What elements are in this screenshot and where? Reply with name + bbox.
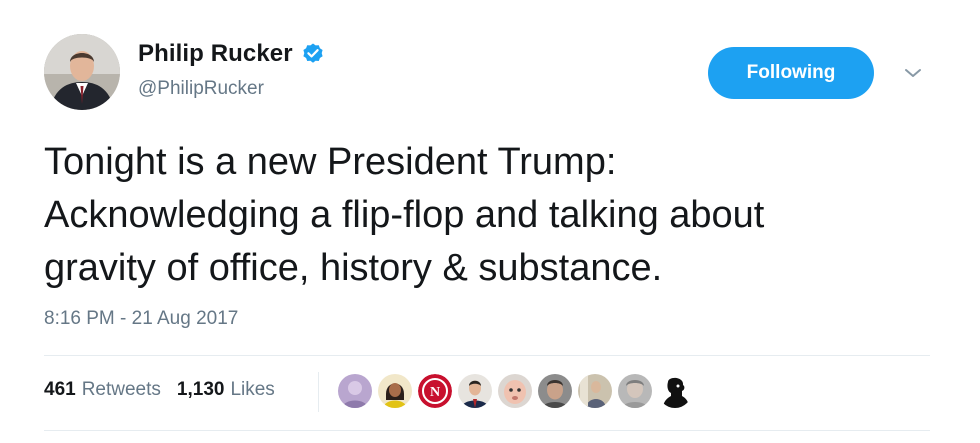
liker-avatar-5-icon[interactable] (498, 374, 532, 408)
liker-avatars: N (338, 374, 698, 408)
tweet-card: Philip Rucker @PhilipRucker Following To… (0, 0, 980, 443)
user-name-row[interactable]: Philip Rucker (138, 40, 325, 68)
retweets-label: Retweets (81, 379, 161, 400)
likes-label: Likes (230, 379, 275, 400)
avatar[interactable] (44, 34, 120, 110)
divider (44, 355, 930, 356)
user-handle[interactable]: @PhilipRucker (138, 78, 264, 100)
retweets-stat[interactable]: 461 Retweets (44, 379, 161, 401)
following-button[interactable]: Following (708, 47, 874, 99)
stats-separator (318, 372, 319, 412)
liker-avatar-8-icon[interactable] (618, 374, 652, 408)
likes-stat[interactable]: 1,130 Likes (177, 379, 275, 401)
tweet-text-line: Acknowledging a flip-flop and talking ab… (44, 194, 765, 236)
tweet-stats: 461 Retweets 1,130 Likes (44, 379, 291, 401)
likes-count: 1,130 (176, 379, 225, 400)
display-name[interactable]: Philip Rucker (138, 40, 293, 68)
verified-badge-icon (301, 42, 325, 66)
liker-avatar-4-icon[interactable] (458, 374, 492, 408)
divider (44, 430, 930, 431)
tweet-timestamp[interactable]: 8:16 PM - 21 Aug 2017 (44, 308, 238, 330)
liker-avatar-1-icon[interactable] (338, 374, 372, 408)
liker-avatar-9-icon[interactable] (658, 374, 692, 408)
retweets-count: 461 (44, 379, 76, 400)
liker-avatar-7-icon[interactable] (578, 374, 612, 408)
liker-avatar-3-icon[interactable]: N (418, 374, 452, 408)
liker-avatar-2-icon[interactable] (378, 374, 412, 408)
liker-avatar-6-icon[interactable] (538, 374, 572, 408)
svg-text:N: N (430, 385, 440, 400)
chevron-down-icon[interactable] (902, 64, 924, 82)
tweet-text-line: Tonight is a new President Trump: (44, 141, 617, 183)
tweet-text: Tonight is a new President Trump: Acknow… (44, 136, 944, 295)
tweet-text-line: gravity of office, history & substance. (44, 247, 663, 289)
